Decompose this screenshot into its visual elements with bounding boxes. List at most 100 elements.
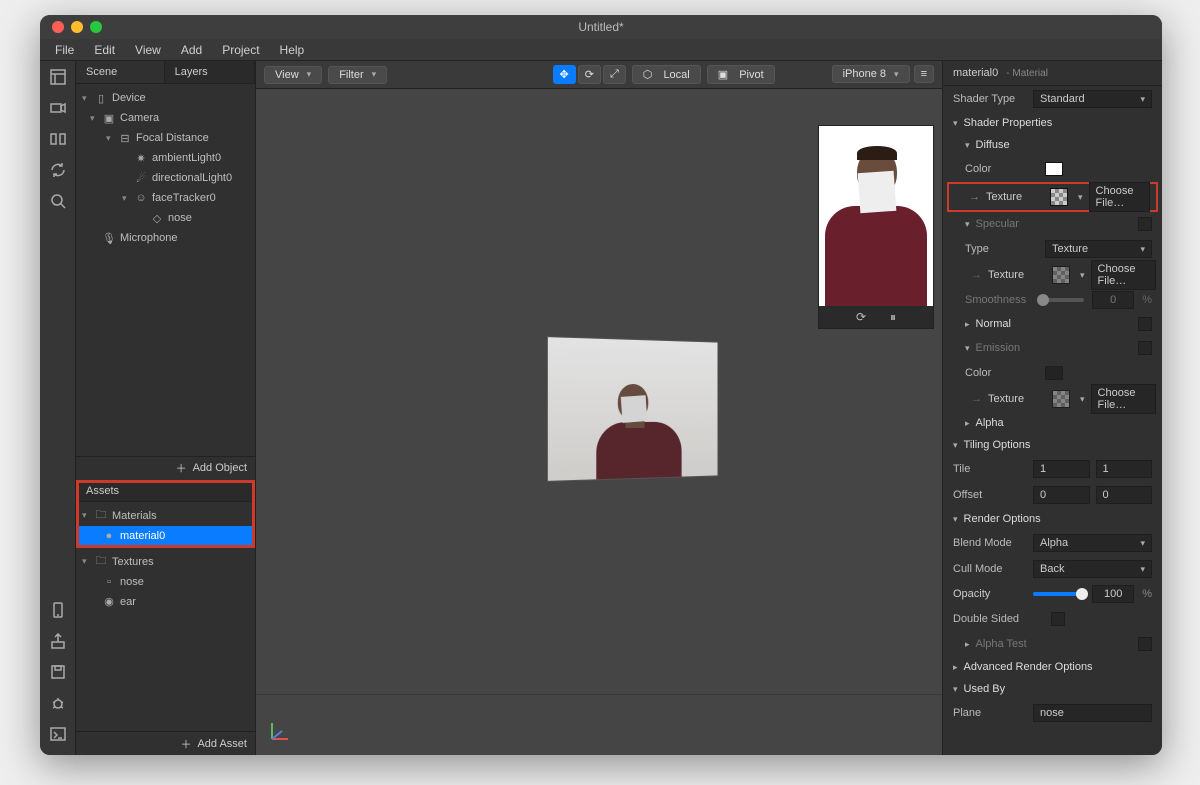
viewport: View▾ Filter▾ ✥ ⟳ ⤢ ⬡ Local ▣ Pivot iPho… bbox=[256, 61, 942, 755]
assets-materials-folder[interactable]: ▾🗀Materials bbox=[76, 506, 255, 526]
assets-textures-folder[interactable]: ▾🗀Textures bbox=[76, 552, 255, 572]
emission-toggle[interactable] bbox=[1138, 341, 1152, 355]
offset-y-input[interactable]: 0 bbox=[1096, 486, 1153, 504]
vp-local-button[interactable]: ⬡ Local bbox=[632, 65, 701, 84]
double-sided-toggle[interactable] bbox=[1051, 612, 1065, 626]
menu-edit[interactable]: Edit bbox=[85, 40, 124, 60]
device-icon: ▯ bbox=[94, 91, 108, 105]
diffuse-texture-row: → Texture ▾ Choose File… bbox=[949, 184, 1156, 210]
offset-x-input[interactable]: 0 bbox=[1033, 486, 1090, 504]
search-icon[interactable] bbox=[50, 193, 66, 212]
camera-icon[interactable] bbox=[50, 100, 66, 119]
vp-filter-button[interactable]: Filter▾ bbox=[328, 66, 387, 84]
tree-directional[interactable]: ☄directionalLight0 bbox=[76, 168, 255, 188]
scene-tree: ▾▯Device ▾▣Camera ▾⊟Focal Distance ✷ambi… bbox=[76, 84, 255, 456]
tree-ambient[interactable]: ✷ambientLight0 bbox=[76, 148, 255, 168]
titlebar: Untitled* bbox=[40, 15, 1162, 39]
device-preview: ⟳ ⏸ bbox=[818, 125, 934, 329]
layout-icon[interactable] bbox=[50, 69, 66, 88]
shader-type-select[interactable]: Standard▾ bbox=[1033, 90, 1152, 108]
export-icon[interactable] bbox=[50, 633, 66, 652]
rotate-tool-icon[interactable]: ⟳ bbox=[578, 65, 601, 84]
tree-camera[interactable]: ▾▣Camera bbox=[76, 108, 255, 128]
tile-x-input[interactable]: 1 bbox=[1033, 460, 1090, 478]
refresh-icon[interactable] bbox=[50, 162, 66, 181]
section-alpha[interactable]: ▸Alpha bbox=[943, 412, 1162, 434]
tree-device[interactable]: ▾▯Device bbox=[76, 88, 255, 108]
cull-mode-select[interactable]: Back▾ bbox=[1033, 560, 1152, 578]
emission-texture-swatch[interactable] bbox=[1052, 390, 1070, 408]
section-used-by[interactable]: ▾Used By bbox=[943, 678, 1162, 700]
tab-scene[interactable]: Scene bbox=[76, 61, 165, 83]
section-emission[interactable]: ▾Emission bbox=[943, 336, 1162, 360]
menu-file[interactable]: File bbox=[46, 40, 83, 60]
tree-focal[interactable]: ▾⊟Focal Distance bbox=[76, 128, 255, 148]
move-tool-icon[interactable]: ✥ bbox=[553, 65, 576, 84]
diffuse-color-swatch[interactable] bbox=[1045, 162, 1063, 176]
specular-type-select[interactable]: Texture▾ bbox=[1045, 240, 1152, 258]
menu-project[interactable]: Project bbox=[213, 40, 268, 60]
camera-node-icon: ▣ bbox=[102, 111, 116, 125]
device-menu-icon[interactable]: ≡ bbox=[914, 65, 934, 83]
section-alpha-test[interactable]: ▸Alpha Test bbox=[943, 632, 1162, 656]
mic-icon: 🎙 bbox=[102, 231, 116, 245]
section-advanced-render[interactable]: ▸Advanced Render Options bbox=[943, 656, 1162, 678]
icon-rail bbox=[40, 61, 76, 755]
asset-ear-texture[interactable]: ◉ear bbox=[76, 592, 255, 612]
menu-help[interactable]: Help bbox=[271, 40, 314, 60]
tree-microphone[interactable]: 🎙Microphone bbox=[76, 228, 255, 248]
section-specular[interactable]: ▾Specular bbox=[943, 212, 1162, 236]
sidebar: Scene Layers ▾▯Device ▾▣Camera ▾⊟Focal D… bbox=[76, 61, 256, 755]
menu-view[interactable]: View bbox=[126, 40, 170, 60]
phone-icon[interactable] bbox=[50, 602, 66, 621]
patches-icon[interactable] bbox=[50, 131, 66, 150]
save-icon[interactable] bbox=[50, 664, 66, 683]
alpha-test-toggle[interactable] bbox=[1138, 637, 1152, 651]
scale-tool-icon[interactable]: ⤢ bbox=[603, 65, 626, 84]
shader-type-field: Shader Type Standard▾ bbox=[943, 86, 1162, 112]
plane-icon: ◇ bbox=[150, 211, 164, 225]
dir-light-icon: ☄ bbox=[134, 171, 148, 185]
device-select[interactable]: iPhone 8▾ bbox=[832, 65, 910, 83]
texture-dropdown-icon[interactable]: ▾ bbox=[1078, 192, 1083, 203]
texture-icon: ◉ bbox=[102, 595, 116, 609]
texture-swatch-icon[interactable] bbox=[1050, 188, 1068, 206]
bug-icon[interactable] bbox=[50, 695, 66, 714]
tab-layers[interactable]: Layers bbox=[165, 61, 255, 83]
add-object-button[interactable]: ＋Add Object bbox=[76, 456, 255, 480]
normal-toggle[interactable] bbox=[1138, 317, 1152, 331]
smoothness-value[interactable]: 0 bbox=[1092, 291, 1134, 309]
section-diffuse[interactable]: ▾Diffuse bbox=[943, 134, 1162, 156]
add-asset-button[interactable]: ＋Add Asset bbox=[76, 731, 255, 755]
preview-pause-icon[interactable]: ⏸ bbox=[890, 310, 896, 325]
blend-mode-select[interactable]: Alpha▾ bbox=[1033, 534, 1152, 552]
emission-choose-file[interactable]: Choose File… bbox=[1091, 384, 1156, 414]
asset-nose-texture[interactable]: ▫nose bbox=[76, 572, 255, 592]
viewport-area[interactable]: ⟳ ⏸ bbox=[256, 89, 942, 755]
opacity-slider[interactable] bbox=[1033, 592, 1084, 596]
vp-view-button[interactable]: View▾ bbox=[264, 66, 322, 84]
menu-add[interactable]: Add bbox=[172, 40, 211, 60]
section-tiling[interactable]: ▾Tiling Options bbox=[943, 434, 1162, 456]
tree-facetracker[interactable]: ▾☺faceTracker0 bbox=[76, 188, 255, 208]
opacity-value[interactable]: 100 bbox=[1092, 585, 1134, 603]
asset-material0[interactable]: ●material0 bbox=[76, 526, 255, 546]
emission-color-swatch[interactable] bbox=[1045, 366, 1063, 380]
inspector: material0 - Material Shader Type Standar… bbox=[942, 61, 1162, 755]
tree-nose[interactable]: ◇nose bbox=[76, 208, 255, 228]
specular-texture-swatch[interactable] bbox=[1052, 266, 1070, 284]
specular-toggle[interactable] bbox=[1138, 217, 1152, 231]
used-by-plane-value[interactable]: nose bbox=[1033, 704, 1152, 722]
inspector-subtitle: - Material bbox=[1006, 68, 1048, 79]
vp-pivot-button[interactable]: ▣ Pivot bbox=[707, 65, 775, 84]
specular-choose-file[interactable]: Choose File… bbox=[1091, 260, 1156, 290]
scene-plane[interactable] bbox=[547, 336, 718, 482]
section-normal[interactable]: ▸Normal bbox=[943, 312, 1162, 336]
assets-header: Assets bbox=[76, 480, 255, 502]
choose-file-button[interactable]: Choose File… bbox=[1089, 182, 1150, 212]
section-shader-properties[interactable]: ▾Shader Properties bbox=[943, 112, 1162, 134]
console-icon[interactable] bbox=[50, 726, 66, 745]
section-render-options[interactable]: ▾Render Options bbox=[943, 508, 1162, 530]
preview-refresh-icon[interactable]: ⟳ bbox=[856, 310, 866, 324]
tile-y-input[interactable]: 1 bbox=[1096, 460, 1153, 478]
